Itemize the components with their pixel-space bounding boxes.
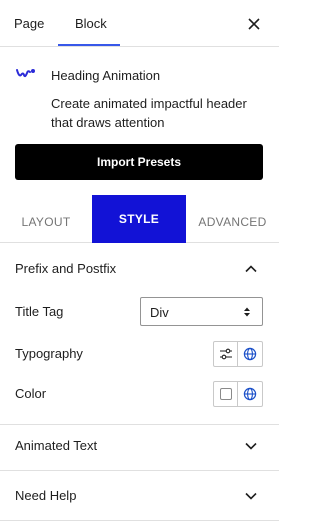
color-swatch-icon [220,388,232,400]
chevron-down-icon [245,492,257,500]
tab-layout[interactable]: LAYOUT [0,195,92,243]
import-presets-button[interactable]: Import Presets [15,144,263,180]
title-tag-select[interactable]: Div [140,297,263,326]
animated-text-panel: Animated Text [0,421,279,471]
prefix-postfix-toggle[interactable]: Prefix and Postfix [0,244,279,294]
color-controls [213,381,263,407]
globe-icon [243,387,257,401]
sidebar-tabs: Page Block [0,0,279,47]
sliders-icon [220,348,232,360]
block-title: Heading Animation [51,68,161,83]
title-tag-label: Title Tag [15,304,64,319]
settings-mode-tabs: LAYOUT STYLE ADVANCED [0,195,279,243]
color-global-button[interactable] [238,382,262,406]
select-arrows-icon [244,307,250,317]
typography-settings-button[interactable] [214,342,238,366]
typography-global-button[interactable] [238,342,262,366]
tab-advanced[interactable]: ADVANCED [186,195,279,243]
need-help-panel: Need Help [0,471,279,521]
section-title: Animated Text [15,438,98,453]
block-description: Create animated impactful header that dr… [51,96,247,130]
tab-style[interactable]: STYLE [92,195,186,243]
chevron-up-icon [245,265,257,273]
section-title: Prefix and Postfix [15,261,117,276]
title-tag-value: Div [150,305,169,320]
tab-block[interactable]: Block [60,0,120,47]
tab-block-label: Block [75,16,107,31]
active-tab-indicator [58,44,120,46]
color-picker-button[interactable] [214,382,238,406]
typography-controls [213,341,263,367]
need-help-toggle[interactable]: Need Help [0,471,279,521]
color-label: Color [15,386,47,401]
section-title: Need Help [15,488,77,503]
tab-page[interactable]: Page [14,0,44,47]
heading-animation-icon [16,69,35,78]
close-icon[interactable] [242,12,266,36]
typography-label: Typography [15,346,83,361]
chevron-down-icon [245,442,257,450]
animated-text-toggle[interactable]: Animated Text [0,421,279,471]
globe-icon [243,347,257,361]
